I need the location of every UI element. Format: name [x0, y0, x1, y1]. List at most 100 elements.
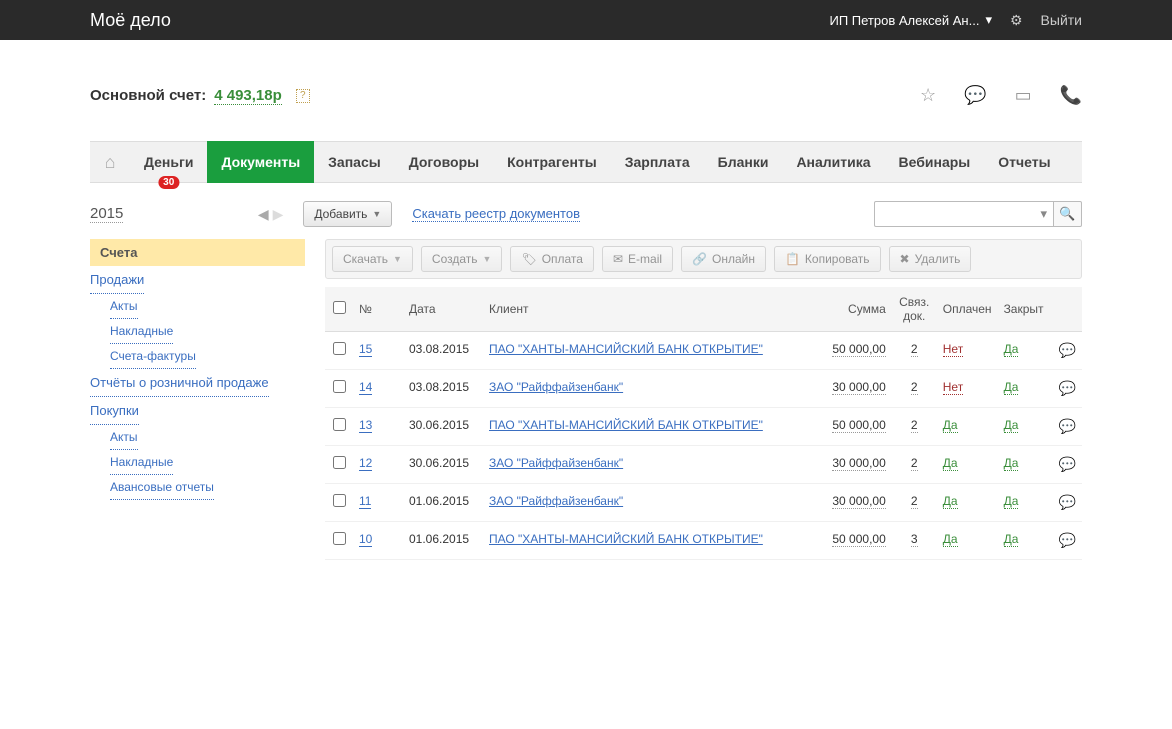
row-checkbox[interactable]	[333, 494, 346, 507]
linked-docs[interactable]: 3	[911, 532, 918, 547]
th-zakryt[interactable]: Закрыт	[998, 287, 1053, 332]
row-checkbox[interactable]	[333, 418, 346, 431]
chat-icon[interactable]: 💬	[964, 85, 986, 106]
th-client[interactable]: Клиент	[483, 287, 812, 332]
copy-button[interactable]: 📋 Копировать	[774, 246, 881, 272]
th-date[interactable]: Дата	[403, 287, 483, 332]
star-icon[interactable]: ☆	[920, 85, 936, 106]
row-checkbox[interactable]	[333, 342, 346, 355]
doc-sum[interactable]: 30 000,00	[832, 380, 885, 395]
nav-zapasy[interactable]: Запасы	[314, 141, 395, 183]
nav-vebinary[interactable]: Вебинары	[885, 141, 985, 183]
paid-status[interactable]: Да	[943, 456, 958, 471]
client-link[interactable]: ПАО "ХАНТЫ-МАНСИЙСКИЙ БАНК ОТКРЫТИЕ"	[489, 418, 763, 432]
client-link[interactable]: ЗАО "Райффайзенбанк"	[489, 380, 623, 394]
sidebar-nakladnye2[interactable]: Накладные	[110, 450, 173, 475]
create-button[interactable]: Создать ▼	[421, 246, 503, 272]
th-num[interactable]: №	[353, 287, 403, 332]
row-checkbox[interactable]	[333, 380, 346, 393]
doc-sum[interactable]: 50 000,00	[832, 532, 885, 547]
doc-number-link[interactable]: 12	[359, 456, 372, 471]
search-button[interactable]: 🔍	[1054, 201, 1082, 227]
account-balance[interactable]: 4 493,18р	[214, 87, 282, 105]
client-link[interactable]: ПАО "ХАНТЫ-МАНСИЙСКИЙ БАНК ОТКРЫТИЕ"	[489, 342, 763, 356]
doc-number-link[interactable]: 10	[359, 532, 372, 547]
row-checkbox[interactable]	[333, 532, 346, 545]
comment-icon[interactable]: 💬	[1059, 380, 1076, 396]
sidebar-avansovye[interactable]: Авансовые отчеты	[110, 475, 214, 500]
select-all-checkbox[interactable]	[333, 301, 346, 314]
comment-icon[interactable]: 💬	[1059, 456, 1076, 472]
arrow-left-icon[interactable]: ◀	[258, 206, 269, 223]
comment-icon[interactable]: 💬	[1059, 342, 1076, 358]
add-button[interactable]: Добавить ▼	[303, 201, 392, 227]
sidebar-prodazhi[interactable]: Продажи	[90, 266, 144, 294]
sidebar-otchety[interactable]: Отчёты о розничной продаже	[90, 369, 269, 397]
th-oplachen[interactable]: Оплачен	[937, 287, 998, 332]
home-icon[interactable]: ⌂	[90, 152, 130, 173]
closed-status[interactable]: Да	[1004, 494, 1019, 509]
nav-otchety[interactable]: Отчеты	[984, 141, 1064, 183]
sidebar-pokupki[interactable]: Покупки	[90, 397, 139, 425]
comment-icon[interactable]: 💬	[1059, 494, 1076, 510]
linked-docs[interactable]: 2	[911, 494, 918, 509]
doc-number-link[interactable]: 14	[359, 380, 372, 395]
paid-status[interactable]: Да	[943, 494, 958, 509]
closed-status[interactable]: Да	[1004, 342, 1019, 357]
gear-icon[interactable]: ⚙	[1010, 12, 1023, 29]
paid-status[interactable]: Да	[943, 418, 958, 433]
download-registry-link[interactable]: Скачать реестр документов	[412, 206, 580, 222]
row-checkbox[interactable]	[333, 456, 346, 469]
logout-link[interactable]: Выйти	[1041, 12, 1082, 28]
doc-sum[interactable]: 50 000,00	[832, 342, 885, 357]
sidebar-scheta-faktury[interactable]: Счета-фактуры	[110, 344, 196, 369]
delete-button[interactable]: ✖ Удалить	[889, 246, 972, 272]
client-link[interactable]: ЗАО "Райффайзенбанк"	[489, 456, 623, 470]
year-select[interactable]: 2015	[90, 205, 123, 223]
th-svyaz[interactable]: Связ. док.	[892, 287, 937, 332]
card-icon[interactable]: ▭	[1015, 85, 1032, 106]
sidebar-nakladnye1[interactable]: Накладные	[110, 319, 173, 344]
linked-docs[interactable]: 2	[911, 342, 918, 357]
download-button[interactable]: Скачать ▼	[332, 246, 413, 272]
doc-number-link[interactable]: 15	[359, 342, 372, 357]
nav-blanki[interactable]: Бланки	[704, 141, 783, 183]
nav-documents[interactable]: Документы	[207, 141, 314, 183]
nav-dogovory[interactable]: Договоры	[395, 141, 493, 183]
doc-number-link[interactable]: 11	[359, 494, 371, 509]
client-link[interactable]: ЗАО "Райффайзенбанк"	[489, 494, 623, 508]
user-dropdown[interactable]: ИП Петров Алексей Ан... ▾	[829, 12, 992, 28]
sidebar-akty2[interactable]: Акты	[110, 425, 138, 450]
closed-status[interactable]: Да	[1004, 456, 1019, 471]
paid-status[interactable]: Нет	[943, 342, 963, 357]
doc-sum[interactable]: 30 000,00	[832, 456, 885, 471]
search-select[interactable]	[874, 201, 1054, 227]
nav-zarplata[interactable]: Зарплата	[611, 141, 704, 183]
doc-sum[interactable]: 50 000,00	[832, 418, 885, 433]
help-icon[interactable]: ?	[296, 89, 310, 103]
closed-status[interactable]: Да	[1004, 380, 1019, 395]
paid-status[interactable]: Да	[943, 532, 958, 547]
paid-status[interactable]: Нет	[943, 380, 963, 395]
online-button[interactable]: 🔗 Онлайн	[681, 246, 766, 272]
email-button[interactable]: ✉ E-mail	[602, 246, 673, 272]
logo[interactable]: Моё дело	[90, 10, 171, 31]
linked-docs[interactable]: 2	[911, 380, 918, 395]
payment-button[interactable]: 🏷 Оплата	[510, 246, 594, 272]
comment-icon[interactable]: 💬	[1059, 418, 1076, 434]
comment-icon[interactable]: 💬	[1059, 532, 1076, 548]
closed-status[interactable]: Да	[1004, 532, 1019, 547]
nav-analitika[interactable]: Аналитика	[782, 141, 884, 183]
sidebar-akty1[interactable]: Акты	[110, 294, 138, 319]
nav-kontragenty[interactable]: Контрагенты	[493, 141, 611, 183]
linked-docs[interactable]: 2	[911, 418, 918, 433]
doc-number-link[interactable]: 13	[359, 418, 372, 433]
closed-status[interactable]: Да	[1004, 418, 1019, 433]
doc-sum[interactable]: 30 000,00	[832, 494, 885, 509]
phone-icon[interactable]: 📞	[1060, 85, 1082, 106]
th-sum[interactable]: Сумма	[812, 287, 892, 332]
arrow-right-icon[interactable]: ▶	[273, 206, 284, 223]
client-link[interactable]: ПАО "ХАНТЫ-МАНСИЙСКИЙ БАНК ОТКРЫТИЕ"	[489, 532, 763, 546]
nav-money[interactable]: Деньги 30	[130, 141, 207, 183]
linked-docs[interactable]: 2	[911, 456, 918, 471]
